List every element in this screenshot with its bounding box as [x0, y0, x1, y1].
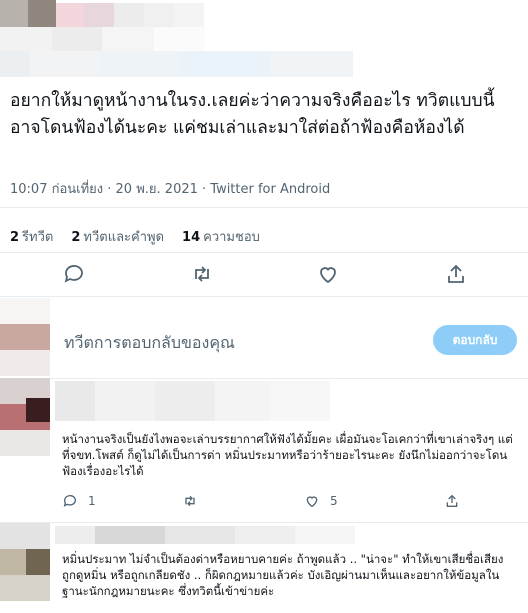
divider: [0, 207, 528, 208]
divider: [0, 252, 528, 253]
comment-icon[interactable]: [62, 493, 78, 512]
heart-icon[interactable]: [316, 262, 340, 286]
divider: [0, 522, 528, 523]
retweets-stat[interactable]: 2 รีทวีต: [10, 226, 53, 247]
reply-text: หน้างานจริงเป็นยังไงพอจะเล่าบรรยากาศให้ฟ…: [62, 432, 513, 478]
comment-icon[interactable]: [62, 262, 86, 286]
censored-author-avatar: [0, 0, 56, 27]
censored-author-name: [56, 3, 204, 27]
share-icon[interactable]: [444, 493, 460, 512]
likes-stat[interactable]: 14 ความชอบ: [182, 226, 260, 247]
quotes-stat[interactable]: 2 ทวีตและคำพูด: [71, 226, 164, 247]
composer-avatar: [0, 298, 50, 376]
divider: [0, 378, 528, 379]
reply-avatar-dark: [26, 549, 50, 575]
censored-reply-author: [55, 526, 355, 544]
share-icon[interactable]: [444, 262, 468, 286]
tweet-text: อยากให้มาดูหน้างานในรง.เลยค่ะว่าความจริง…: [10, 91, 495, 138]
heart-icon[interactable]: [304, 493, 320, 512]
like-count: 5: [330, 494, 338, 508]
retweet-icon[interactable]: [182, 493, 198, 512]
tweet-timestamp[interactable]: 10:07 ก่อนเที่ยง · 20 พ.ย. 2021 · Twitte…: [10, 178, 330, 199]
reply-count: 1: [88, 494, 96, 508]
reply-text: หมิ่นประมาท ไม่จำเป็นต้องด่าหรือหยาบคายค…: [62, 552, 504, 598]
reply-actions: 1 5: [62, 493, 502, 513]
tweet-actions: [0, 262, 528, 292]
reply-input[interactable]: ทวีตการตอบกลับของคุณ: [64, 331, 235, 356]
censored-reply-author: [55, 381, 330, 421]
censored-handle: [0, 27, 205, 51]
censored-extra: [0, 51, 353, 77]
tweet-stats: 2 รีทวีต 2 ทวีตและคำพูด 14 ความชอบ: [10, 226, 260, 247]
retweet-icon[interactable]: [190, 262, 214, 286]
divider: [0, 296, 528, 297]
reply-avatar-dark: [26, 398, 50, 422]
reply-button[interactable]: ตอบกลับ: [433, 325, 517, 355]
